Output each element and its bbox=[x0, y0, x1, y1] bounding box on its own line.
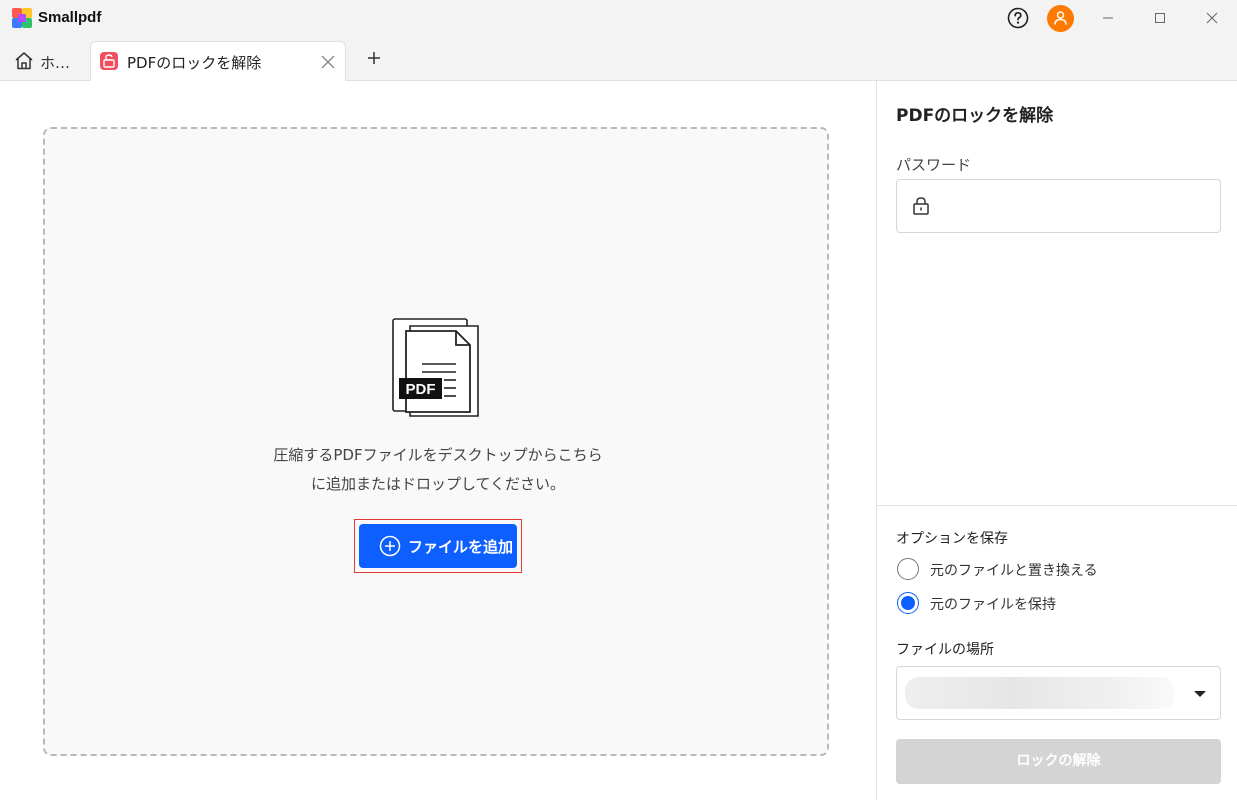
option-replace-label: 元のファイルと置き換える bbox=[930, 563, 1098, 579]
plus-circle-icon bbox=[379, 535, 401, 557]
new-tab-plus-icon[interactable] bbox=[365, 49, 383, 67]
add-file-label: ファイルを追加 bbox=[408, 538, 514, 556]
pdf-files-icon: PDF bbox=[392, 318, 479, 417]
instruction-line-2: に追加またはドロップしてください。 bbox=[310, 475, 566, 493]
dropdown-arrow-icon bbox=[1194, 691, 1206, 697]
unlock-icon bbox=[100, 52, 118, 70]
file-location-label: ファイルの場所 bbox=[896, 642, 994, 658]
radio-replace[interactable] bbox=[897, 558, 919, 580]
smallpdf-logo-icon bbox=[12, 8, 32, 28]
unlock-button[interactable]: ロックの解除 bbox=[896, 739, 1221, 784]
file-dropzone[interactable]: PDF 圧縮するPDFファイルをデスクトップからこちら に追加またはドロップして… bbox=[43, 127, 829, 756]
close-tab-icon[interactable] bbox=[320, 54, 336, 70]
close-window-icon[interactable] bbox=[1200, 6, 1224, 30]
tab-unlock-pdf[interactable]: PDFのロックを解除 bbox=[90, 41, 346, 82]
tab-home-label: ホ… bbox=[40, 54, 71, 72]
blurred-path bbox=[905, 677, 1175, 709]
password-field[interactable] bbox=[896, 179, 1221, 233]
option-replace-original[interactable]: 元のファイルと置き換える bbox=[897, 558, 1217, 584]
minimize-icon[interactable] bbox=[1096, 6, 1120, 30]
maximize-icon[interactable] bbox=[1148, 6, 1172, 30]
panel-title: PDFのロックを解除 bbox=[896, 106, 1054, 126]
tab-unlock-label: PDFのロックを解除 bbox=[127, 54, 262, 72]
lock-icon bbox=[913, 197, 929, 215]
help-icon[interactable] bbox=[1007, 7, 1029, 29]
add-file-highlight: ファイルを追加 bbox=[354, 519, 522, 573]
password-label: パスワード bbox=[896, 156, 972, 174]
user-avatar[interactable] bbox=[1047, 5, 1074, 32]
app-name: Smallpdf bbox=[38, 9, 102, 26]
password-input[interactable] bbox=[941, 192, 1210, 222]
tab-bar: ホ… PDFのロックを解除 bbox=[0, 36, 1237, 82]
user-icon bbox=[1054, 11, 1067, 25]
add-file-button[interactable]: ファイルを追加 bbox=[359, 524, 517, 568]
options-panel: PDFのロックを解除 パスワード オプションを保存 元のファイルと置き換える 元… bbox=[876, 81, 1237, 800]
save-options-label: オプションを保存 bbox=[896, 531, 1008, 547]
home-icon bbox=[15, 52, 33, 70]
instruction-line-1: 圧縮するPDFファイルをデスクトップからこちら bbox=[273, 446, 603, 464]
radio-keep[interactable] bbox=[897, 592, 919, 614]
option-keep-original[interactable]: 元のファイルを保持 bbox=[897, 592, 1217, 618]
pdf-label: PDF bbox=[406, 381, 436, 398]
panel-divider bbox=[877, 505, 1237, 506]
option-keep-label: 元のファイルを保持 bbox=[930, 597, 1056, 613]
main-area: PDF 圧縮するPDFファイルをデスクトップからこちら に追加またはドロップして… bbox=[0, 81, 876, 800]
tab-home[interactable]: ホ… bbox=[8, 42, 84, 80]
file-location-select[interactable] bbox=[896, 666, 1221, 720]
dropzone-instruction: 圧縮するPDFファイルをデスクトップからこちら に追加またはドロップしてください… bbox=[45, 441, 831, 499]
title-bar: Smallpdf bbox=[0, 0, 1237, 36]
